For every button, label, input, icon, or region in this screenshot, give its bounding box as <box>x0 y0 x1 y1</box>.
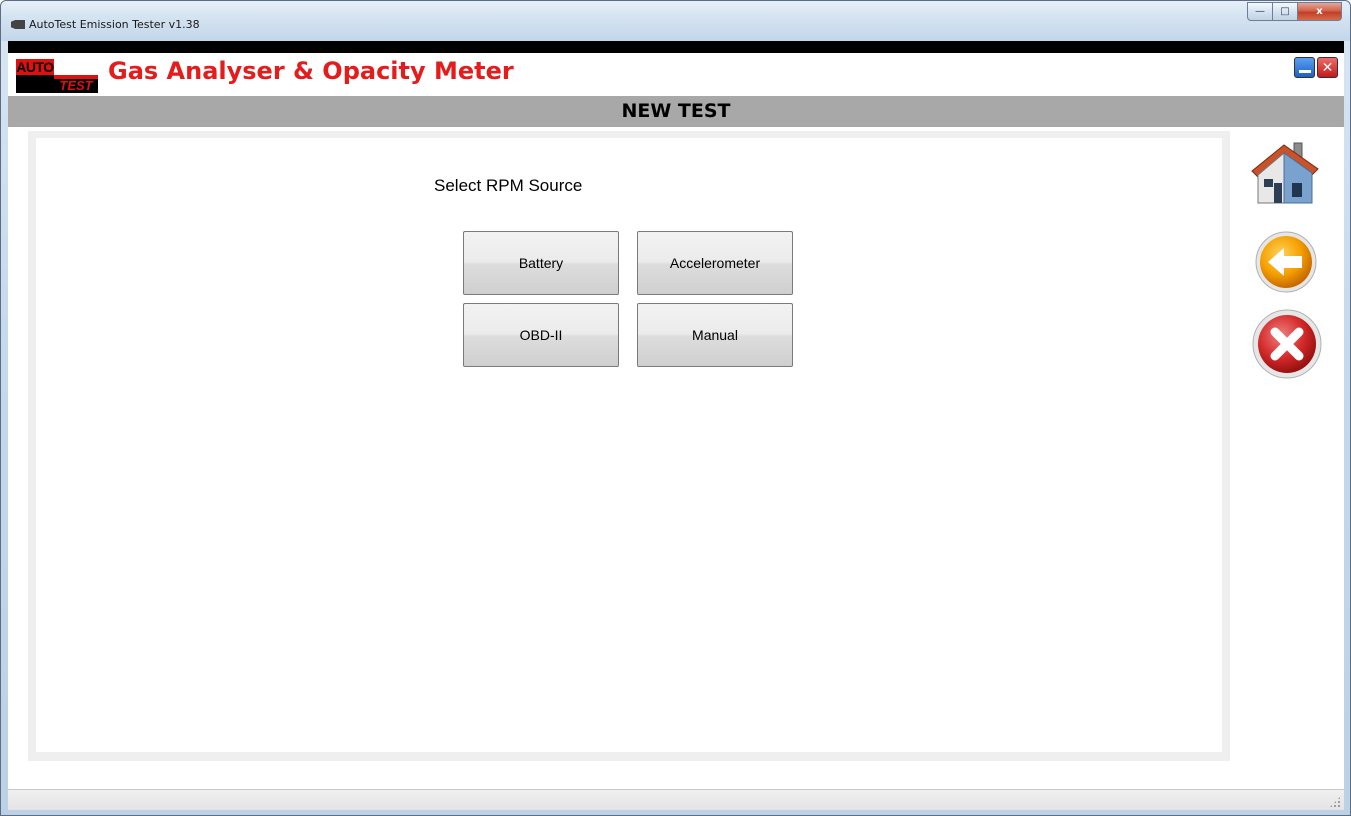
battery-button[interactable]: Battery <box>463 231 619 295</box>
app-header-controls: ✕ <box>1294 57 1338 78</box>
content-panel-inner: Select RPM Source Battery Accelerometer … <box>36 138 1222 752</box>
section-title: NEW TEST <box>8 96 1344 127</box>
status-bar <box>8 789 1344 810</box>
app-minimize-button[interactable] <box>1294 57 1315 78</box>
logo-top-text: AUTO <box>16 59 54 75</box>
obd-ii-button[interactable]: OBD-II <box>463 303 619 367</box>
app-window: AutoTest Emission Tester v1.38 — □ x AUT… <box>0 0 1351 816</box>
manual-button[interactable]: Manual <box>637 303 793 367</box>
app-header: AUTO TEST Gas Analyser & Opacity Meter ✕ <box>8 53 1344 96</box>
client-area: AUTO TEST Gas Analyser & Opacity Meter ✕… <box>8 41 1344 810</box>
top-strip <box>8 41 1344 53</box>
resize-grip[interactable] <box>1329 796 1341 808</box>
logo-block <box>16 75 54 93</box>
autotest-logo: AUTO TEST <box>16 59 98 93</box>
app-close-button[interactable]: ✕ <box>1317 57 1338 78</box>
window-minimize-button[interactable]: — <box>1247 2 1273 21</box>
cancel-icon[interactable] <box>1251 308 1323 380</box>
window-close-button[interactable]: x <box>1298 2 1342 21</box>
rpm-source-prompt: Select RPM Source <box>434 176 583 195</box>
back-arrow-icon[interactable] <box>1254 230 1318 294</box>
home-icon[interactable] <box>1250 141 1320 205</box>
minimize-icon <box>1298 70 1311 73</box>
app-icon <box>11 20 25 29</box>
title-bar: AutoTest Emission Tester v1.38 — □ x <box>1 1 1350 41</box>
window-controls: — □ x <box>1247 2 1342 21</box>
accelerometer-button[interactable]: Accelerometer <box>637 231 793 295</box>
logo-bottom-text: TEST <box>54 79 98 93</box>
window-maximize-button[interactable]: □ <box>1273 2 1298 21</box>
window-title: AutoTest Emission Tester v1.38 <box>29 18 200 31</box>
app-title: Gas Analyser & Opacity Meter <box>108 57 514 85</box>
content-panel: Select RPM Source Battery Accelerometer … <box>28 131 1230 761</box>
